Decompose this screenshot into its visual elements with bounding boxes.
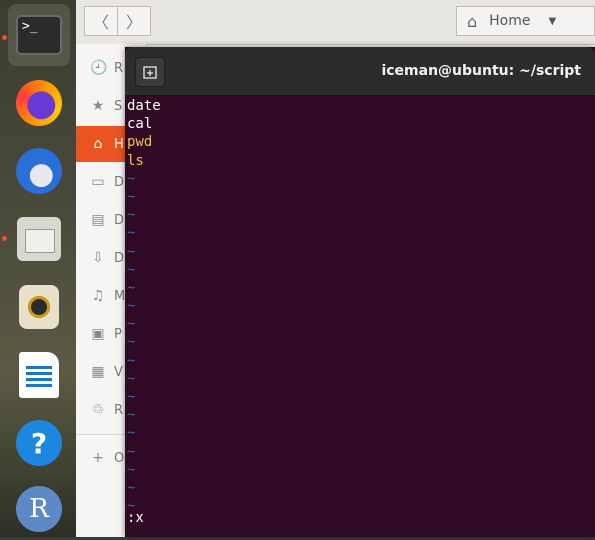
desktop-icon: ▭	[91, 174, 105, 190]
trash-icon: ♲	[91, 402, 105, 418]
empty-line-tilde: ~	[127, 225, 136, 242]
files-icon	[17, 217, 61, 261]
sidebar-item-label: H	[114, 136, 124, 152]
empty-line-tilde: ~	[127, 425, 136, 442]
help-icon: ?	[16, 420, 62, 466]
empty-line-tilde: ~	[127, 243, 136, 260]
new-tab-button[interactable]	[135, 57, 165, 87]
firefox-icon	[16, 80, 62, 126]
new-tab-icon	[143, 66, 157, 79]
terminal-title: iceman@ubuntu: ~/script	[381, 63, 581, 79]
running-indicator	[2, 236, 7, 241]
sidebar-item-label: D	[114, 250, 125, 266]
empty-line-tilde: ~	[127, 261, 136, 278]
empty-line-tilde: ~	[127, 498, 136, 515]
sidebar-item-label: D	[114, 212, 125, 228]
path-label: Home	[489, 13, 531, 29]
path-bar-home[interactable]: ⌂ Home ▼	[456, 6, 595, 36]
chevron-right-icon: 〉	[125, 13, 142, 32]
empty-line-tilde: ~	[127, 370, 136, 387]
terminal-headerbar[interactable]: iceman@ubuntu: ~/script	[125, 47, 595, 95]
dock-writer-button[interactable]	[8, 344, 70, 406]
dock-files-button[interactable]	[8, 208, 70, 270]
chevron-down-icon[interactable]: ▼	[549, 16, 557, 27]
plus-icon: +	[92, 450, 104, 466]
dock-firefox-button[interactable]	[8, 72, 70, 134]
empty-line-tilde: ~	[127, 352, 136, 369]
home-icon: ⌂	[467, 11, 478, 31]
chevron-left-icon: 〈	[92, 13, 109, 32]
terminal-content[interactable]: date cal pwd ls ~ ~ ~ ~ ~ ~ ~ ~ ~ ~ ~ ~ ~ ~ ~ ~ ~ ~ ~ :x	[127, 97, 593, 535]
files-headerbar: 〈 〉 ⌂ Home ▼	[76, 0, 595, 45]
video-icon: ▦	[91, 364, 105, 380]
empty-line-tilde: ~	[127, 298, 136, 315]
dock: >_ ? R	[0, 0, 76, 537]
vim-command-line: :x	[127, 509, 144, 526]
sidebar-item-label: O	[114, 450, 125, 466]
sidebar-item-label: V	[114, 364, 123, 380]
writer-document-icon	[19, 352, 59, 398]
sidebar-item-label: P	[114, 326, 122, 342]
empty-line-tilde: ~	[127, 461, 136, 478]
sidebar-item-label: R	[114, 402, 124, 418]
clock-icon: 🕘	[90, 60, 108, 76]
empty-line-tilde: ~	[127, 443, 136, 460]
forward-button[interactable]: 〉	[117, 6, 151, 36]
r-icon: R	[16, 486, 62, 532]
empty-line-tilde: ~	[127, 389, 136, 405]
star-icon: ★	[91, 98, 105, 114]
music-icon: ♫	[91, 288, 105, 304]
empty-line-tilde: ~	[127, 479, 136, 496]
empty-line-tilde: ~	[127, 188, 136, 205]
empty-line-tilde: ~	[127, 279, 136, 296]
sidebar-item-label: M	[114, 288, 126, 304]
speaker-icon	[19, 285, 59, 329]
buffer-line: cal	[127, 116, 153, 133]
dock-help-button[interactable]: ?	[8, 412, 70, 474]
empty-line-tilde: ~	[127, 407, 136, 424]
empty-line-tilde: ~	[127, 170, 136, 187]
thunderbird-icon	[16, 148, 62, 194]
download-icon: ⇩	[92, 250, 104, 266]
empty-line-tilde: ~	[127, 316, 136, 333]
running-indicator	[2, 35, 7, 40]
empty-line-tilde: ~	[127, 334, 136, 351]
dock-r-button[interactable]: R	[8, 478, 70, 540]
buffer-line: date	[127, 98, 161, 114]
buffer-line: pwd	[127, 134, 153, 151]
dock-thunderbird-button[interactable]	[8, 140, 70, 202]
sidebar-item-label: R	[114, 60, 124, 76]
picture-icon: ▣	[91, 326, 105, 342]
dock-rhythmbox-button[interactable]	[8, 276, 70, 338]
dock-terminal-button[interactable]: >_	[8, 4, 70, 66]
terminal-icon: >_	[16, 15, 62, 55]
home-icon: ⌂	[93, 136, 103, 152]
sidebar-item-label: D	[114, 174, 125, 190]
buffer-line: ls	[127, 152, 144, 169]
back-button[interactable]: 〈	[84, 6, 118, 36]
document-icon: ▤	[91, 212, 105, 228]
terminal-window[interactable]: iceman@ubuntu: ~/script date cal pwd ls ~ ~ ~ ~…	[125, 47, 595, 537]
empty-line-tilde: ~	[127, 207, 136, 224]
sidebar-item-label: S	[114, 98, 123, 114]
